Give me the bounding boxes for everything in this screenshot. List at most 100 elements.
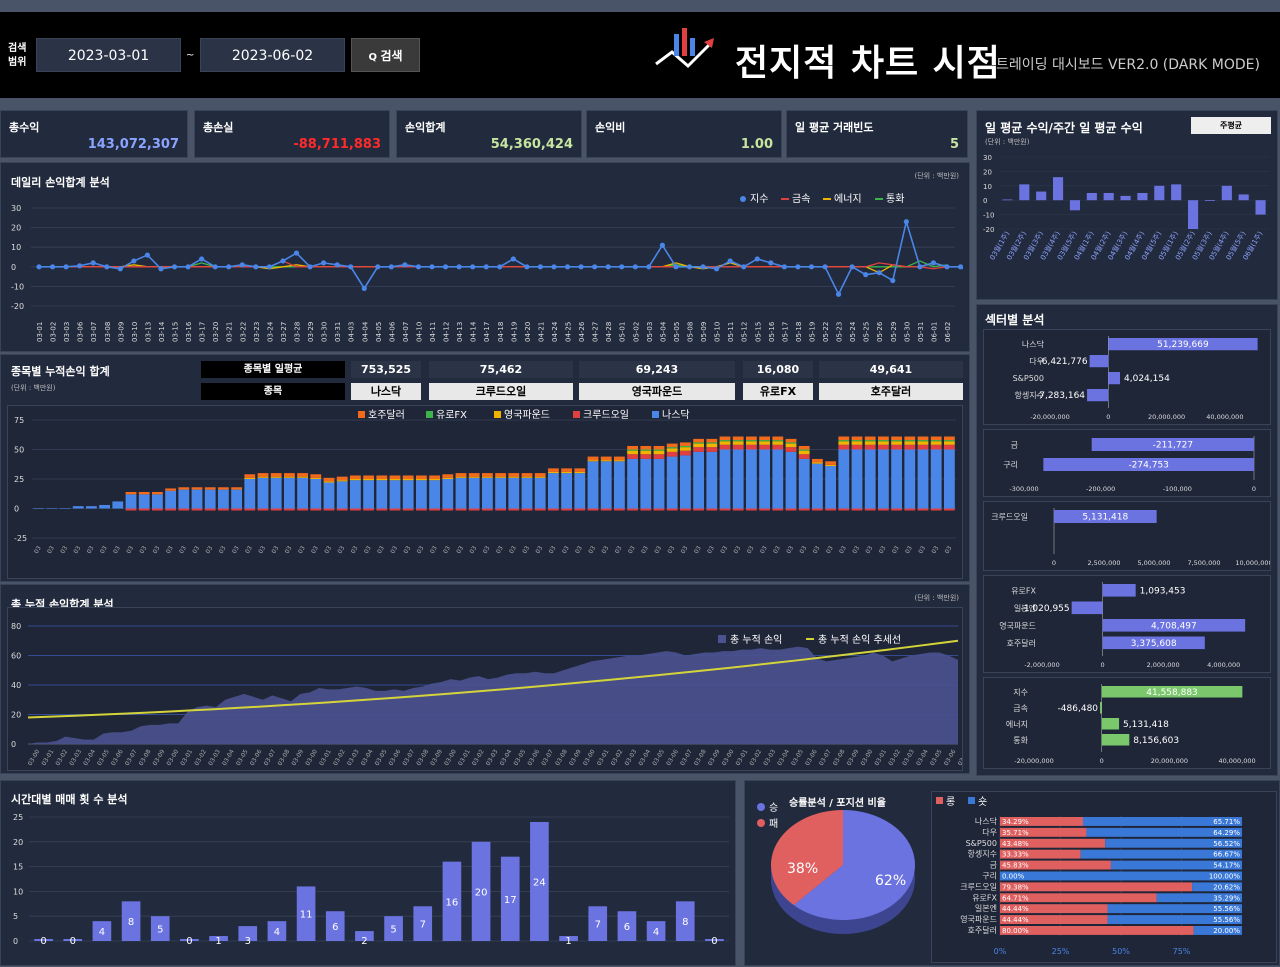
bar-negative	[614, 508, 625, 511]
x-tick: 03	[270, 545, 280, 555]
x-tick: 04-17	[483, 322, 491, 342]
x-tick: 03	[33, 545, 43, 555]
bar-stack	[323, 481, 335, 483]
kpi-card: 총손실 -88,711,883	[194, 110, 390, 158]
bar-stack	[759, 441, 770, 445]
x-tick: 03	[323, 545, 333, 555]
bar-negative	[878, 508, 889, 511]
x-tick: 05-03	[646, 322, 654, 342]
x-tick: 03-30	[321, 322, 329, 342]
bar-nasdaq	[244, 479, 256, 509]
bar-negative	[297, 508, 308, 511]
long-value: 35.71%	[1002, 829, 1029, 837]
item-name[interactable]: 유로FX	[743, 383, 813, 400]
bar-long	[1000, 926, 1194, 935]
index-point	[849, 264, 855, 270]
bar-nasdaq	[719, 449, 731, 509]
search-button[interactable]: Q 검색	[351, 38, 420, 72]
winrate-pie-chart: 승패 62% 38%	[757, 802, 915, 934]
bar-negative	[270, 508, 282, 511]
x-tick: 03	[231, 545, 241, 555]
bar-stack	[336, 480, 348, 482]
bar-stack	[548, 468, 559, 472]
x-tick: 03-01	[735, 748, 750, 767]
bar-stack	[904, 440, 916, 442]
bar-stack	[904, 441, 916, 445]
legend-label: 숏	[978, 796, 987, 808]
x-tick: 05-05	[673, 322, 681, 342]
bar-nasdaq	[732, 449, 744, 509]
sector-svg: -300,000 -200,000 -100,000 0 금 -211,727 구리 -274…	[1003, 436, 1256, 493]
week-bar	[1221, 185, 1232, 201]
item-name[interactable]: 영국파운드	[579, 383, 735, 400]
bar-negative	[191, 508, 203, 511]
x-tick: 03-29	[307, 322, 315, 342]
sector-bar	[1108, 372, 1121, 385]
x-tick: 03-02	[471, 748, 486, 767]
legend-label: 크루드오일	[583, 409, 629, 421]
x-tick: 03	[653, 545, 663, 555]
sector-label: 지수	[1013, 688, 1028, 697]
x-tick: 03-06	[804, 748, 819, 767]
x-tick: 05-19	[808, 322, 816, 342]
index-point	[768, 260, 774, 266]
x-tick: 03	[310, 545, 320, 555]
bar-stack	[429, 479, 440, 481]
x-tick: 03	[455, 545, 465, 555]
x-tick: 03-08	[277, 748, 292, 767]
bar-stack	[878, 436, 889, 441]
bar-stack	[284, 476, 295, 478]
x-tick: 03-13	[144, 322, 152, 342]
sector-label: 영국파운드	[999, 620, 1036, 630]
date-to-input[interactable]: 2023-06-02	[200, 38, 345, 72]
item-name[interactable]: 크루드오일	[429, 383, 573, 400]
bar-nasdaq	[495, 477, 506, 509]
sector-value: 51,239,669	[1157, 340, 1209, 350]
index-point	[307, 264, 313, 270]
bar-stack	[693, 438, 704, 443]
bar-stack	[600, 456, 612, 461]
x-tick: 03-05	[651, 748, 666, 767]
bar-stack	[310, 474, 322, 478]
item-name[interactable]: 나스닥	[351, 383, 421, 400]
logo-text: 전지적 차트 시점	[735, 43, 1001, 84]
sector-chart-g3: 0 2,500,000 5,000,000 7,500,000 10,000,000 크루…	[983, 501, 1273, 571]
x-tick: 03-02	[332, 748, 347, 767]
x-tick: 05-11	[727, 322, 735, 342]
hour-value: 6	[332, 922, 338, 933]
x-tick: 05-23	[836, 322, 844, 342]
index-point	[49, 264, 56, 270]
bar-stack	[944, 440, 955, 442]
bar-stack	[640, 449, 652, 451]
bar-stack	[798, 449, 810, 451]
bar-stack	[416, 479, 427, 481]
x-tick: 03-08	[554, 748, 569, 767]
hour-value: 0	[40, 936, 46, 947]
sector-value: 1,093,453	[1140, 586, 1186, 596]
hour-value: 3	[245, 936, 251, 947]
weekly-avg-toggle[interactable]: 주평균	[1191, 117, 1271, 134]
bar-stack	[521, 473, 533, 477]
index-point	[348, 264, 354, 270]
sector-label: 크루드오일	[991, 513, 1028, 522]
x-tick: 03	[627, 545, 637, 555]
y-tick: 60	[11, 652, 21, 661]
hour-value: 5	[157, 925, 163, 936]
item-name[interactable]: 호주달러	[819, 383, 963, 400]
bar-stack	[930, 436, 942, 441]
bar-stack	[904, 444, 916, 450]
x-tick: 03-07	[401, 748, 416, 767]
hour-value: 11	[300, 910, 313, 921]
bar-stack	[746, 444, 757, 450]
bar-negative	[944, 508, 955, 511]
bar-nasdaq	[772, 449, 784, 509]
bar-stack	[838, 436, 850, 441]
hour-value: 24	[533, 877, 546, 888]
x-tick: 03-02	[54, 748, 69, 767]
bar-negative	[548, 508, 559, 511]
position-row-name: 다우	[982, 828, 997, 837]
date-from-input[interactable]: 2023-03-01	[36, 38, 181, 72]
bar-negative	[785, 508, 797, 511]
week-bar	[1255, 200, 1266, 215]
x-tick: 04-04	[361, 321, 369, 342]
